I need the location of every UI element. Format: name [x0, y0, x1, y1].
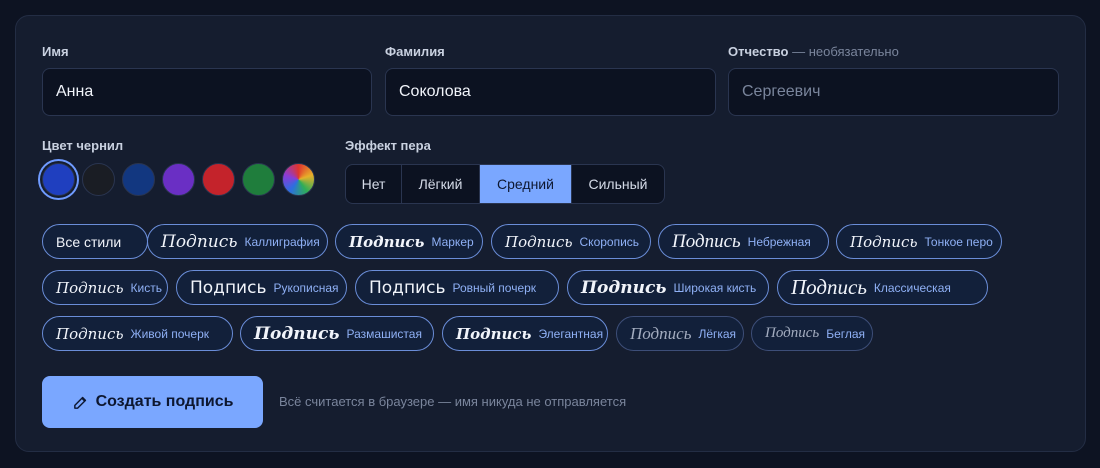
- style-chip-sample: Подпись: [765, 325, 820, 341]
- style-chip-label: Тонкое перо: [924, 234, 993, 249]
- style-chip[interactable]: Подпись Живой почерк: [42, 316, 233, 351]
- style-chip[interactable]: Подпись Широкая кисть: [567, 270, 769, 305]
- style-chip-label: Беглая: [826, 326, 866, 341]
- ink-swatch[interactable]: [42, 163, 75, 196]
- signature-form-panel: Имя Фамилия Отчество — необязательно Цве…: [15, 15, 1086, 452]
- first-name-label: Имя: [42, 44, 69, 59]
- style-chip-sample: Подпись: [630, 323, 692, 343]
- first-name-label-text: Имя: [42, 44, 69, 59]
- style-chip-sample: Подпись: [456, 324, 532, 343]
- style-chip-label: Небрежная: [747, 234, 811, 249]
- patronymic-input[interactable]: [728, 68, 1059, 116]
- style-chip-label: Элегантная: [538, 326, 604, 341]
- style-chip[interactable]: Подпись Маркер: [335, 224, 483, 259]
- style-chip-label: Размашистая: [346, 326, 422, 341]
- ink-swatch[interactable]: [82, 163, 115, 196]
- style-chip-sample: Подпись: [369, 277, 446, 298]
- style-chip-label: Широкая кисть: [673, 280, 757, 295]
- patronymic-label-text: Отчество: [728, 44, 789, 59]
- pen-effect-selector: Нет Лёгкий Средний Сильный: [345, 164, 665, 204]
- style-chip-sample: Подпись: [505, 232, 573, 251]
- style-chip-label: Кисть: [130, 280, 162, 295]
- style-chip-sample: Подпись: [161, 231, 238, 252]
- pen-effect-option[interactable]: Нет: [346, 165, 402, 203]
- style-chip[interactable]: Подпись Каллиграфия: [147, 224, 328, 259]
- style-chip-sample: Подпись: [190, 277, 267, 298]
- last-name-input[interactable]: [385, 68, 716, 116]
- first-name-input[interactable]: [42, 68, 372, 116]
- style-chip-sample: Подпись: [791, 275, 867, 299]
- create-signature-label: Создать подпись: [95, 393, 234, 410]
- style-chip-sample: Подпись: [672, 230, 741, 252]
- style-chip-label: Рукописная: [273, 280, 339, 295]
- pen-effect-label: Эффект пера: [345, 138, 431, 153]
- ink-swatch[interactable]: [242, 163, 275, 196]
- pen-effect-option[interactable]: Средний: [480, 165, 572, 203]
- pen-effect-option[interactable]: Лёгкий: [402, 165, 480, 203]
- privacy-hint: Всё считается в браузере — имя никуда не…: [279, 394, 627, 409]
- pen-effect-option[interactable]: Сильный: [572, 165, 664, 203]
- style-chip[interactable]: Подпись Классическая: [777, 270, 988, 305]
- ink-swatch[interactable]: [282, 163, 315, 196]
- ink-color-label: Цвет чернил: [42, 138, 124, 153]
- style-chip-label: Классическая: [873, 280, 951, 295]
- create-signature-button[interactable]: Создать подпись: [42, 376, 263, 428]
- style-chip-sample: Подпись: [254, 323, 340, 344]
- last-name-label: Фамилия: [385, 44, 445, 59]
- style-chip-label: Лёгкая: [698, 326, 737, 341]
- optional-note: — необязательно: [792, 44, 899, 59]
- style-chip-label: Живой почерк: [130, 326, 210, 341]
- style-chip[interactable]: Подпись Тонкое перо: [836, 224, 1002, 259]
- style-chip-sample: Подпись: [850, 232, 918, 251]
- style-chip[interactable]: Подпись Размашистая: [240, 316, 434, 351]
- style-chip-sample: Подпись: [349, 232, 425, 251]
- ink-swatch[interactable]: [162, 163, 195, 196]
- style-chip-sample: Подпись: [56, 278, 124, 297]
- style-chip[interactable]: Подпись Кисть: [42, 270, 168, 305]
- style-chip-all[interactable]: Все стили: [42, 224, 148, 259]
- style-chip-label: Ровный почерк: [452, 280, 537, 295]
- style-chip[interactable]: Подпись Лёгкая: [616, 316, 744, 351]
- ink-swatch[interactable]: [122, 163, 155, 196]
- pencil-icon: [73, 396, 86, 409]
- style-chip-label: Скоропись: [579, 234, 640, 249]
- style-chip[interactable]: Подпись Беглая: [751, 316, 873, 351]
- style-chip[interactable]: Подпись Рукописная: [176, 270, 347, 305]
- style-chip[interactable]: Подпись Скоропись: [491, 224, 651, 259]
- style-chip-label: Все стили: [56, 233, 122, 250]
- style-chip-sample: Подпись: [581, 277, 667, 298]
- last-name-label-text: Фамилия: [385, 44, 445, 59]
- style-chip-label: Маркер: [431, 234, 474, 249]
- ink-swatch[interactable]: [202, 163, 235, 196]
- style-chip-sample: Подпись: [56, 324, 124, 343]
- style-chip-label: Каллиграфия: [244, 234, 320, 249]
- style-chip[interactable]: Подпись Небрежная: [658, 224, 829, 259]
- style-chip[interactable]: Подпись Элегантная: [442, 316, 608, 351]
- patronymic-label: Отчество — необязательно: [728, 44, 899, 59]
- style-chip[interactable]: Подпись Ровный почерк: [355, 270, 559, 305]
